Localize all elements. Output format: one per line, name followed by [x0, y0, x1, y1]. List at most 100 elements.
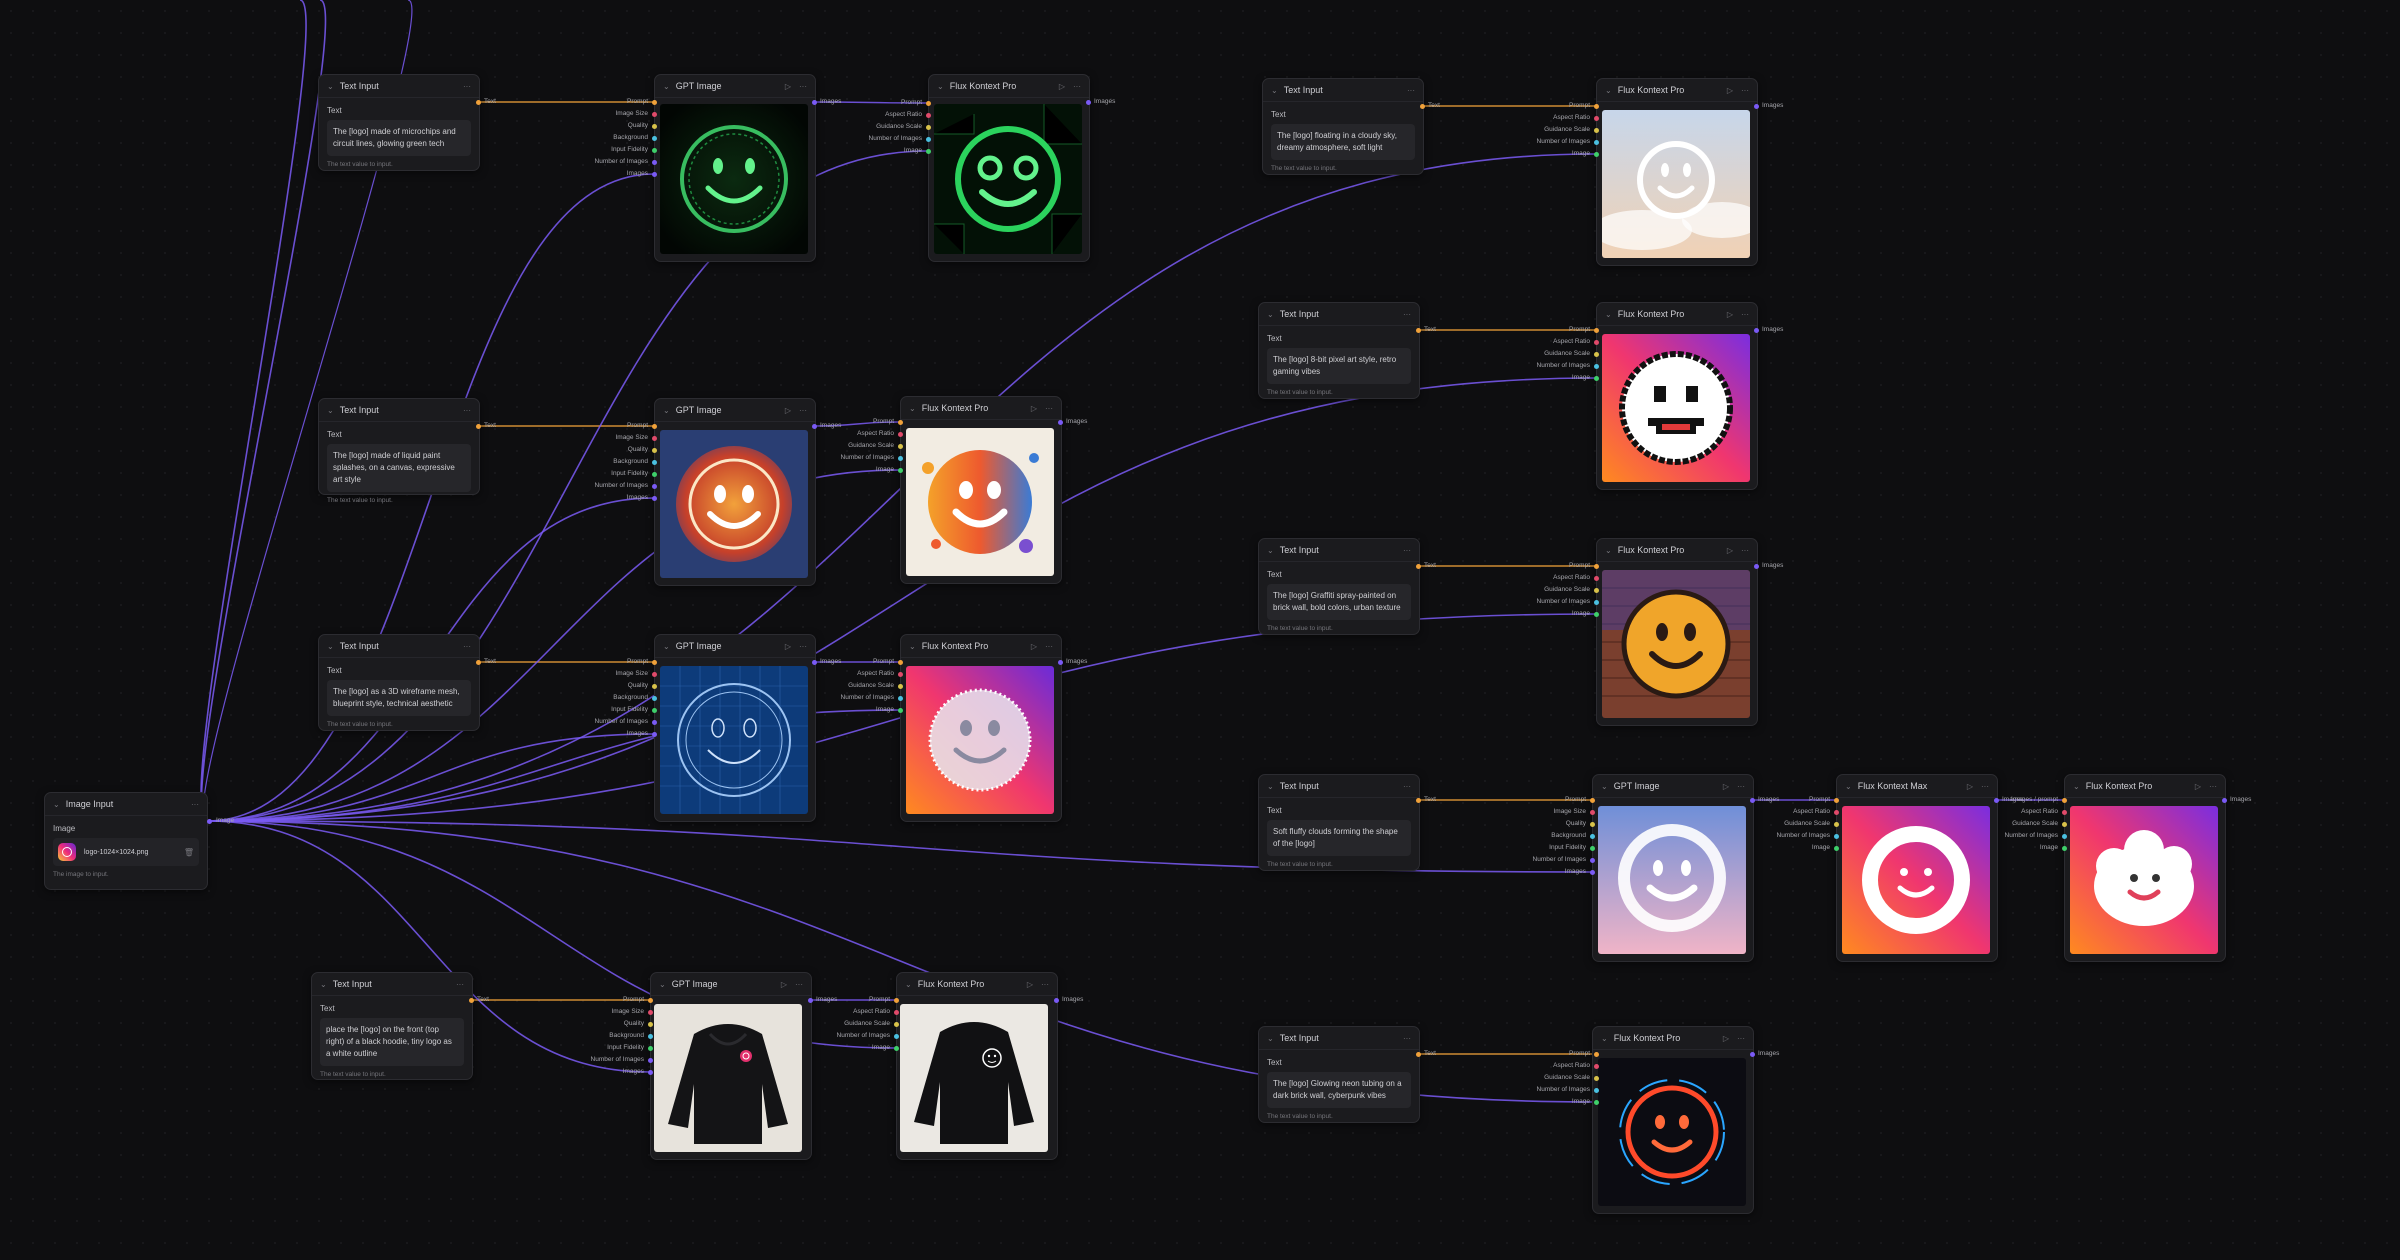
prompt-textarea[interactable]: Soft fluffy clouds forming the shape of … [1267, 820, 1411, 856]
text-input-node-3[interactable]: ⌄ Text Input ··· Text The [logo] as a 3D w… [318, 634, 480, 731]
input-port[interactable] [1594, 1052, 1599, 1057]
chevron-down-icon[interactable]: ⌄ [327, 406, 334, 415]
output-port[interactable] [1420, 104, 1425, 109]
input-port[interactable] [648, 1022, 653, 1027]
input-port[interactable] [1590, 810, 1595, 815]
input-port[interactable] [1594, 352, 1599, 357]
play-icon[interactable]: ▷ [785, 406, 791, 415]
more-icon[interactable]: ··· [1045, 404, 1053, 413]
chevron-down-icon[interactable]: ⌄ [663, 406, 670, 415]
input-port[interactable] [652, 708, 657, 713]
input-port[interactable] [652, 448, 657, 453]
output-port[interactable] [2222, 798, 2227, 803]
chevron-down-icon[interactable]: ⌄ [2073, 782, 2080, 791]
play-icon[interactable]: ▷ [781, 980, 787, 989]
input-port[interactable] [894, 1010, 899, 1015]
more-icon[interactable]: ··· [463, 406, 471, 415]
input-port[interactable] [652, 460, 657, 465]
input-port[interactable] [652, 100, 657, 105]
input-port[interactable] [652, 496, 657, 501]
generated-image-circuit-smiley[interactable] [660, 104, 808, 254]
chevron-down-icon[interactable]: ⌄ [1267, 546, 1274, 555]
output-port[interactable] [1086, 100, 1091, 105]
input-port[interactable] [1594, 576, 1599, 581]
input-port[interactable] [652, 136, 657, 141]
input-port[interactable] [648, 1010, 653, 1015]
input-port[interactable] [1590, 846, 1595, 851]
text-input-node-2[interactable]: ⌄ Text Input ··· Text The [logo] made of l… [318, 398, 480, 504]
input-port[interactable] [1834, 834, 1839, 839]
input-port[interactable] [2062, 810, 2067, 815]
input-port[interactable] [1590, 798, 1595, 803]
more-icon[interactable]: ··· [191, 800, 199, 809]
input-port[interactable] [1594, 128, 1599, 133]
input-port[interactable] [652, 696, 657, 701]
input-port[interactable] [898, 468, 903, 473]
output-port[interactable] [207, 819, 212, 824]
play-icon[interactable]: ▷ [1059, 82, 1065, 91]
chevron-down-icon[interactable]: ⌄ [1267, 1034, 1274, 1043]
output-port[interactable] [1754, 328, 1759, 333]
more-icon[interactable]: ··· [1403, 1034, 1411, 1043]
input-port[interactable] [1594, 1064, 1599, 1069]
input-port[interactable] [1594, 340, 1599, 345]
input-port[interactable] [898, 672, 903, 677]
output-port[interactable] [1416, 798, 1421, 803]
input-port[interactable] [1834, 798, 1839, 803]
output-port[interactable] [1416, 564, 1421, 569]
play-icon[interactable]: ▷ [785, 642, 791, 651]
input-port[interactable] [648, 1070, 653, 1075]
input-port[interactable] [1594, 364, 1599, 369]
text-input-node-4[interactable]: ⌄ Text Input ··· Text place the [logo] on … [311, 972, 473, 1080]
chevron-down-icon[interactable]: ⌄ [320, 980, 327, 989]
input-port[interactable] [898, 456, 903, 461]
generated-image-wireframe-gradient[interactable] [906, 666, 1054, 814]
input-port[interactable] [898, 696, 903, 701]
input-port[interactable] [898, 684, 903, 689]
chevron-down-icon[interactable]: ⌄ [1605, 86, 1612, 95]
input-port[interactable] [652, 424, 657, 429]
input-port[interactable] [898, 420, 903, 425]
input-port[interactable] [652, 436, 657, 441]
chevron-down-icon[interactable]: ⌄ [327, 642, 334, 651]
input-port[interactable] [1594, 564, 1599, 569]
output-port[interactable] [1994, 798, 1999, 803]
more-icon[interactable]: ··· [1737, 1034, 1745, 1043]
output-port[interactable] [476, 424, 481, 429]
input-port[interactable] [652, 720, 657, 725]
input-port[interactable] [1590, 858, 1595, 863]
play-icon[interactable]: ▷ [1723, 782, 1729, 791]
trash-icon[interactable]: 🗑 [184, 848, 194, 857]
more-icon[interactable]: ··· [1741, 546, 1749, 555]
chevron-down-icon[interactable]: ⌄ [53, 800, 60, 809]
chevron-down-icon[interactable]: ⌄ [327, 82, 334, 91]
input-port[interactable] [652, 672, 657, 677]
input-port[interactable] [1594, 1076, 1599, 1081]
input-port[interactable] [1594, 588, 1599, 593]
more-icon[interactable]: ··· [1403, 310, 1411, 319]
generated-image-hoodie-logo[interactable] [654, 1004, 802, 1152]
generated-image-wireframe-smiley[interactable] [660, 666, 808, 814]
input-port[interactable] [1834, 822, 1839, 827]
input-port[interactable] [2062, 798, 2067, 803]
play-icon[interactable]: ▷ [2195, 782, 2201, 791]
chevron-down-icon[interactable]: ⌄ [663, 82, 670, 91]
more-icon[interactable]: ··· [1403, 546, 1411, 555]
more-icon[interactable]: ··· [2209, 782, 2217, 791]
input-port[interactable] [894, 998, 899, 1003]
generated-image-cloud-sky[interactable] [1602, 110, 1750, 258]
play-icon[interactable]: ▷ [1723, 1034, 1729, 1043]
output-port[interactable] [1750, 798, 1755, 803]
input-port[interactable] [652, 472, 657, 477]
more-icon[interactable]: ··· [795, 980, 803, 989]
generated-image-neon-smiley[interactable] [1598, 1058, 1746, 1206]
prompt-textarea[interactable]: The [logo] Glowing neon tubing on a dark… [1267, 1072, 1411, 1108]
input-port[interactable] [1594, 612, 1599, 617]
input-port[interactable] [898, 444, 903, 449]
output-port[interactable] [1416, 1052, 1421, 1057]
more-icon[interactable]: ··· [1045, 642, 1053, 651]
generated-image-cloud-final[interactable] [2070, 806, 2218, 954]
input-port[interactable] [652, 148, 657, 153]
input-port[interactable] [648, 1034, 653, 1039]
input-port[interactable] [1594, 600, 1599, 605]
